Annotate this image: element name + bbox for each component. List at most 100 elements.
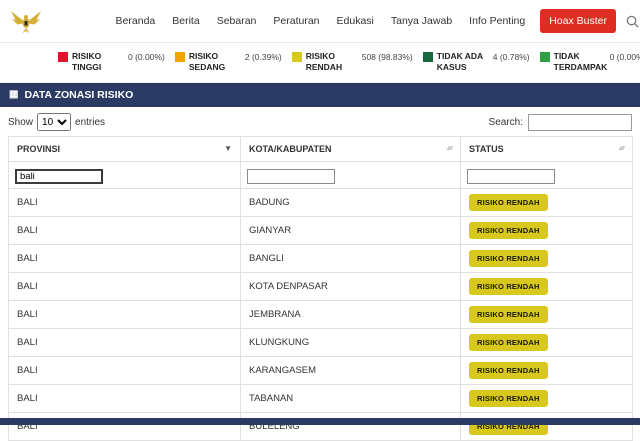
status-badge: RISIKO RENDAH xyxy=(469,362,548,380)
column-header-label: KOTA/KABUPATEN xyxy=(249,144,332,155)
legend-item-risiko-sedang: RISIKO SEDANG 2 (0.39%) xyxy=(174,51,282,73)
cell-status: RISIKO RENDAH xyxy=(460,188,633,218)
cell-provinsi: BALI xyxy=(8,216,241,246)
cell-kota: KARANGASEM xyxy=(240,356,461,386)
section-title: DATA ZONASI RISIKO xyxy=(24,89,134,102)
main-nav: Beranda Berita Sebaran Peraturan Edukasi… xyxy=(116,15,526,27)
nav-item-edukasi[interactable]: Edukasi xyxy=(337,15,374,27)
cell-status: RISIKO RENDAH xyxy=(460,216,633,246)
nav-item-sebaran[interactable]: Sebaran xyxy=(217,15,257,27)
cell-kota: JEMBRANA xyxy=(240,300,461,330)
legend-item-risiko-tinggi: RISIKO TINGGI 0 (0.00%) xyxy=(58,51,165,73)
cell-provinsi: BALI xyxy=(8,272,241,302)
cell-kota: BADUNG xyxy=(240,188,461,218)
filter-input-status[interactable] xyxy=(467,169,555,185)
legend-value: 4 (0.78%) xyxy=(492,52,530,62)
cell-provinsi: BALI xyxy=(8,356,241,386)
legend-value: 2 (0.39%) xyxy=(244,52,282,62)
nav-item-beranda[interactable]: Beranda xyxy=(116,15,156,27)
status-badge: RISIKO RENDAH xyxy=(469,222,548,240)
cell-kota: BULELENG xyxy=(240,412,461,441)
cell-status: RISIKO RENDAH xyxy=(460,244,633,274)
nav-item-peraturan[interactable]: Peraturan xyxy=(273,15,319,27)
cell-status: RISIKO RENDAH xyxy=(460,272,633,302)
cell-kota: BANGLI xyxy=(240,244,461,274)
filter-cell-status xyxy=(460,161,633,190)
cell-status: RISIKO RENDAH xyxy=(460,328,633,358)
cell-kota: KOTA DENPASAR xyxy=(240,272,461,302)
legend-label: TIDAK TERDAMPAK xyxy=(553,51,608,73)
legend-swatch-orange xyxy=(174,52,185,62)
status-badge: RISIKO RENDAH xyxy=(469,306,548,324)
cell-provinsi: BALI xyxy=(8,412,241,441)
legend-label: RISIKO SEDANG xyxy=(188,51,226,73)
legend-label: RISIKO TINGGI xyxy=(72,51,102,73)
column-header-kota[interactable]: KOTA/KABUPATEN ▴▾ xyxy=(240,136,461,163)
legend-value: 0 (0.00%) xyxy=(609,52,640,62)
filter-cell-kota xyxy=(240,161,461,190)
cell-provinsi: BALI xyxy=(8,244,241,274)
filter-input-kota[interactable] xyxy=(247,169,335,185)
table-filter-row xyxy=(8,161,633,190)
table-row: BALI BANGLI RISIKO RENDAH xyxy=(8,244,633,274)
page-size-control: Show 10 entries xyxy=(8,113,106,132)
legend-item-tidak-terdampak: TIDAK TERDAMPAK 0 (0.00%) xyxy=(539,51,640,73)
legend-swatch-green xyxy=(539,52,550,62)
legend-swatch-red xyxy=(58,52,68,62)
column-header-label: PROVINSI xyxy=(17,144,61,155)
legend-label: RISIKO RENDAH xyxy=(305,51,343,73)
nav-item-tanya-jawab[interactable]: Tanya Jawab xyxy=(391,15,452,27)
garuda-logo-icon[interactable] xyxy=(10,4,42,38)
filter-cell-provinsi xyxy=(8,161,241,190)
cell-kota: TABANAN xyxy=(240,384,461,414)
sort-desc-icon[interactable]: ▼ xyxy=(224,144,232,153)
page-size-select[interactable]: 10 xyxy=(37,113,72,132)
legend-swatch-dark-green xyxy=(422,52,433,62)
column-header-status[interactable]: STATUS ▴▾ xyxy=(460,136,633,163)
search-label: Search: xyxy=(488,116,523,128)
table-search-control: Search: xyxy=(488,113,632,131)
entries-label: entries xyxy=(75,116,106,128)
footer-bar xyxy=(0,418,640,425)
section-header: ▦ DATA ZONASI RISIKO xyxy=(0,83,640,108)
table-row: BALI KLUNGKUNG RISIKO RENDAH xyxy=(8,328,633,358)
table-controls: Show 10 entries Search: xyxy=(0,107,640,136)
search-icon[interactable] xyxy=(625,14,640,29)
top-navbar: Beranda Berita Sebaran Peraturan Edukasi… xyxy=(0,0,640,43)
cell-kota: GIANYAR xyxy=(240,216,461,246)
cell-provinsi: BALI xyxy=(8,188,241,218)
table-header-row: PROVINSI ▼ KOTA/KABUPATEN ▴▾ STATUS ▴▾ xyxy=(8,136,633,163)
table-search-input[interactable] xyxy=(528,113,632,131)
legend-item-tidak-ada-kasus: TIDAK ADA KASUS 4 (0.78%) xyxy=(422,51,530,73)
legend-value: 0 (0.00%) xyxy=(128,52,165,62)
table-row: BALI BADUNG RISIKO RENDAH xyxy=(8,188,633,218)
table-row: BALI GIANYAR RISIKO RENDAH xyxy=(8,216,633,246)
nav-item-info-penting[interactable]: Info Penting xyxy=(469,15,525,27)
cell-provinsi: BALI xyxy=(8,384,241,414)
nav-item-berita[interactable]: Berita xyxy=(172,15,199,27)
status-badge: RISIKO RENDAH xyxy=(469,194,548,212)
hoax-buster-button[interactable]: Hoax Buster xyxy=(540,9,616,33)
status-badge: RISIKO RENDAH xyxy=(469,250,548,268)
cell-kota: KLUNGKUNG xyxy=(240,328,461,358)
legend-value: 508 (98.83%) xyxy=(361,52,413,62)
table-row: BALI JEMBRANA RISIKO RENDAH xyxy=(8,300,633,330)
cell-status: RISIKO RENDAH xyxy=(460,300,633,330)
table-row: BALI KARANGASEM RISIKO RENDAH xyxy=(8,356,633,386)
status-badge: RISIKO RENDAH xyxy=(469,390,548,408)
sort-both-icon[interactable]: ▴▾ xyxy=(619,144,625,152)
legend-swatch-yellow xyxy=(291,52,302,62)
table-grid-icon: ▦ xyxy=(9,89,19,101)
sort-both-icon[interactable]: ▴▾ xyxy=(447,144,453,152)
cell-provinsi: BALI xyxy=(8,300,241,330)
table-row: BALI KOTA DENPASAR RISIKO RENDAH xyxy=(8,272,633,302)
column-header-provinsi[interactable]: PROVINSI ▼ xyxy=(8,136,241,163)
legend-label: TIDAK ADA KASUS xyxy=(436,51,483,73)
table-row: BALI TABANAN RISIKO RENDAH xyxy=(8,384,633,414)
cell-status: RISIKO RENDAH xyxy=(460,356,633,386)
cell-status: RISIKO RENDAH xyxy=(460,384,633,414)
risk-zonation-table: PROVINSI ▼ KOTA/KABUPATEN ▴▾ STATUS ▴▾ b… xyxy=(8,136,633,441)
status-badge: RISIKO RENDAH xyxy=(469,278,548,296)
filter-input-provinsi[interactable] xyxy=(15,169,103,185)
risk-legend: RISIKO TINGGI 0 (0.00%) RISIKO SEDANG 2 … xyxy=(0,43,640,84)
